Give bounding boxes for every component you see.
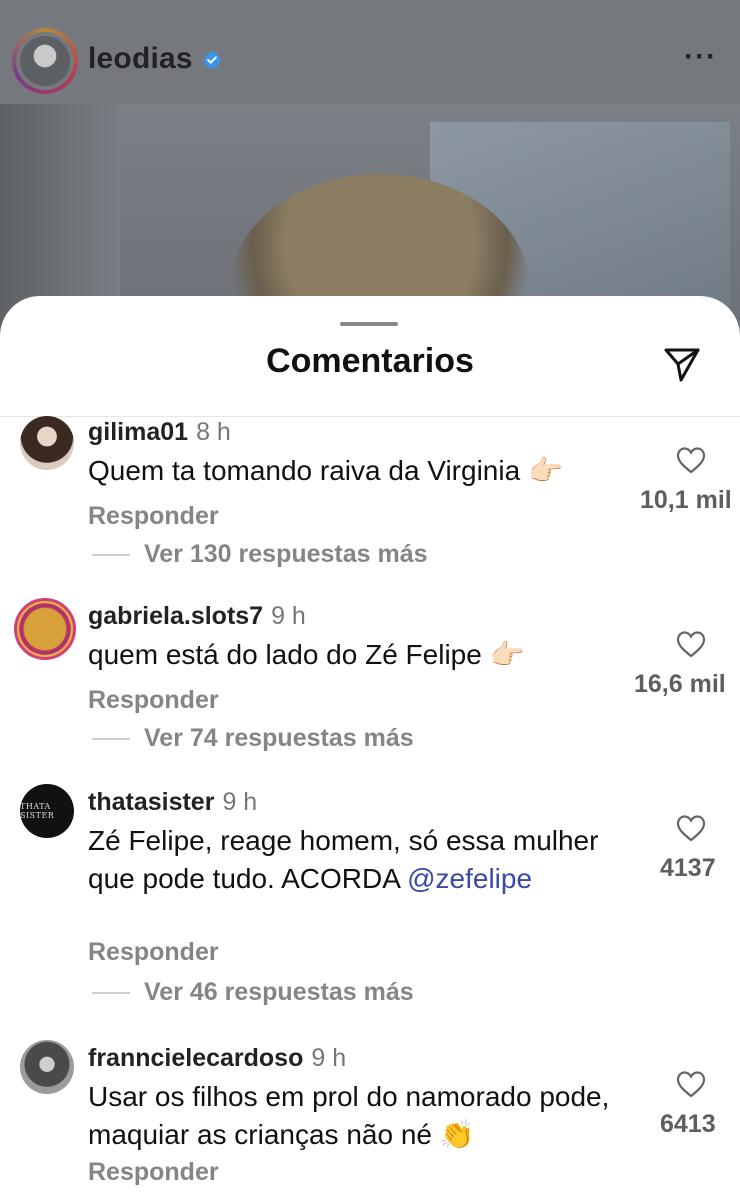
comment-time: 8 h [196,418,231,446]
view-replies-button[interactable]: Ver 130 respuestas más [92,540,428,569]
commenter-username[interactable]: gilima01 8 h [88,418,231,447]
reply-button[interactable]: Responder [88,1158,219,1187]
more-options-icon[interactable]: ··· [684,40,717,74]
reply-button[interactable]: Responder [88,686,219,715]
sheet-divider [0,416,740,417]
commenter-username[interactable]: gabriela.slots7 9 h [88,602,306,631]
like-count: 6413 [660,1110,716,1138]
heart-outline-icon[interactable] [676,1070,706,1098]
comments-sheet: Comentarios gilima01 8 h Quem ta tomando … [0,296,740,1200]
sheet-grabber[interactable] [340,322,398,326]
commenter-avatar[interactable] [14,598,76,660]
comment-time: 9 h [311,1044,347,1072]
reply-button[interactable]: Responder [88,938,219,967]
like-count: 10,1 mil [640,486,732,514]
commenter-avatar[interactable] [20,416,74,470]
mention-link[interactable]: @zefelipe [407,863,532,894]
avatar-logo-text: THATA SISTER [20,802,55,820]
paper-plane-icon[interactable] [662,344,702,384]
comment-time: 9 h [222,788,258,816]
commenter-avatar[interactable]: THATA SISTER [20,784,74,838]
verified-badge-icon [203,51,221,69]
post-avatar[interactable] [12,28,78,94]
heart-outline-icon[interactable] [676,630,706,658]
comment-text: Quem ta tomando raiva da Virginia 👉🏻 [88,455,563,486]
view-replies-button[interactable]: Ver 46 respuestas más [92,978,414,1007]
comment-text: Zé Felipe, reage homem, só essa mulher q… [88,825,599,894]
post-background: leodias ··· [0,0,740,340]
like-count: 16,6 mil [634,670,726,698]
comment-time: 9 h [271,602,306,630]
post-username[interactable]: leodias [88,42,193,76]
commenter-avatar[interactable] [20,1040,74,1094]
post-header: leodias ··· [0,0,740,104]
comment-text: Usar os filhos em prol do namorado pode,… [88,1081,610,1150]
commenter-username[interactable]: thatasister 9 h [88,788,257,817]
heart-outline-icon[interactable] [676,814,706,842]
like-count: 4137 [660,854,716,882]
heart-outline-icon[interactable] [676,446,706,474]
reply-button[interactable]: Responder [88,502,219,531]
comment-text: quem está do lado do Zé Felipe 👉🏻 [88,639,525,670]
sheet-title: Comentarios [266,342,474,380]
commenter-username[interactable]: franncielecardoso 9 h [88,1044,346,1073]
view-replies-button[interactable]: Ver 74 respuestas más [92,724,414,753]
